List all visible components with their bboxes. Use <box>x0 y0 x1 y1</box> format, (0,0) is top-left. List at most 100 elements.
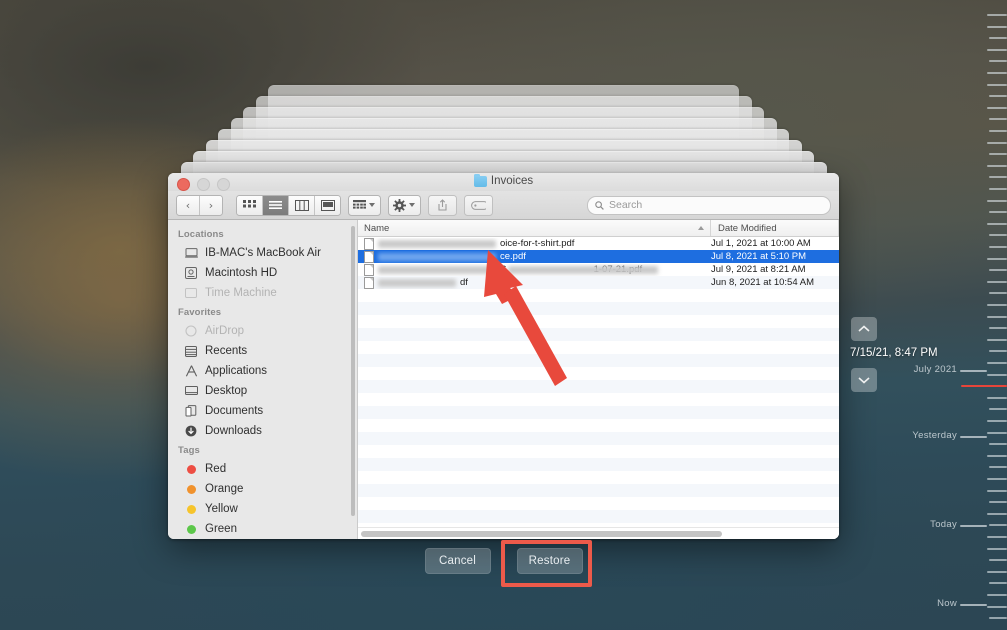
timeline-tick[interactable] <box>987 594 1007 596</box>
share-button[interactable] <box>428 195 457 216</box>
horizontal-scrollbar-thumb[interactable] <box>361 531 722 537</box>
timeline-tick[interactable] <box>987 513 1007 515</box>
timeline-tick[interactable] <box>987 490 1007 492</box>
sidebar-item-yellow[interactable]: Yellow <box>168 499 357 519</box>
horizontal-scrollbar[interactable] <box>358 527 839 539</box>
timeline-tick[interactable] <box>989 246 1007 248</box>
sidebar-item-green[interactable]: Green <box>168 519 357 539</box>
timeline-tick[interactable] <box>987 107 1007 109</box>
timeline-label[interactable]: July 2021 <box>914 364 957 375</box>
timeline-tick[interactable] <box>989 234 1007 236</box>
gallery-view-button[interactable] <box>315 196 340 215</box>
sidebar-item-recents[interactable]: Recents <box>168 341 357 361</box>
timeline-down-button[interactable] <box>851 368 877 392</box>
timeline-tick[interactable] <box>989 443 1007 445</box>
timeline-tick[interactable] <box>989 153 1007 155</box>
forward-button[interactable]: › <box>200 196 222 215</box>
timeline-tick[interactable] <box>989 176 1007 178</box>
action-menu-button[interactable] <box>388 195 421 216</box>
timeline-tick[interactable] <box>989 524 1007 526</box>
timeline-label[interactable]: Now <box>937 598 957 609</box>
timeline-tick[interactable] <box>987 72 1007 74</box>
timeline-tick[interactable] <box>987 49 1007 51</box>
timeline-label[interactable]: Yesterday <box>912 430 957 441</box>
tag-button[interactable] <box>464 195 493 216</box>
sidebar-item-airdrop[interactable]: AirDrop <box>168 321 357 341</box>
timeline-tick[interactable] <box>989 501 1007 503</box>
timeline-tick[interactable] <box>987 478 1007 480</box>
timeline-tick[interactable] <box>989 582 1007 584</box>
timeline-tick[interactable] <box>989 292 1007 294</box>
timeline-tick[interactable] <box>987 339 1007 341</box>
timeline-tick[interactable] <box>987 304 1007 306</box>
timeline-tick[interactable] <box>989 188 1007 190</box>
timeline-tick[interactable] <box>987 223 1007 225</box>
timeline-tick[interactable] <box>989 617 1007 619</box>
empty-row <box>358 367 839 380</box>
timeline-tick[interactable] <box>989 559 1007 561</box>
timeline-tick[interactable] <box>987 374 1007 376</box>
timeline-tick[interactable] <box>987 536 1007 538</box>
list-view-button[interactable] <box>263 196 289 215</box>
timeline-up-button[interactable] <box>851 317 877 341</box>
timeline-tick[interactable] <box>987 281 1007 283</box>
timeline-tick[interactable] <box>989 37 1007 39</box>
timeline-tick[interactable] <box>987 84 1007 86</box>
timeline-tick[interactable] <box>987 455 1007 457</box>
time-machine-timeline[interactable] <box>960 0 1007 630</box>
timeline-tick[interactable] <box>987 14 1007 16</box>
sidebar-item-documents[interactable]: Documents <box>168 401 357 421</box>
timeline-tick[interactable] <box>989 269 1007 271</box>
timeline-tick[interactable] <box>987 165 1007 167</box>
group-by-icon <box>353 200 366 211</box>
timeline-tick[interactable] <box>987 316 1007 318</box>
column-header-name[interactable]: Name <box>358 220 711 236</box>
timeline-tick[interactable] <box>987 548 1007 550</box>
sidebar-scrollbar[interactable] <box>351 226 355 516</box>
timeline-tick-selected[interactable] <box>961 385 1007 387</box>
group-by-button[interactable] <box>348 195 381 216</box>
sidebar-item-red[interactable]: Red <box>168 459 357 479</box>
file-date-cell: Jul 9, 2021 at 8:21 AM <box>704 264 839 275</box>
timeline-tick[interactable] <box>987 420 1007 422</box>
timeline-tick[interactable] <box>989 408 1007 410</box>
table-row[interactable]: dfJun 8, 2021 at 10:54 AM <box>358 276 839 289</box>
timeline-tick[interactable] <box>989 327 1007 329</box>
sidebar-item-orange[interactable]: Orange <box>168 479 357 499</box>
timeline-current-date: 7/15/21, 8:47 PM <box>850 347 938 359</box>
sidebar-item-applications[interactable]: Applications <box>168 361 357 381</box>
timeline-tick[interactable] <box>989 466 1007 468</box>
pdf-file-icon <box>364 251 374 263</box>
timeline-tick[interactable] <box>989 118 1007 120</box>
timeline-tick[interactable] <box>987 142 1007 144</box>
sidebar-item-downloads[interactable]: Downloads <box>168 421 357 441</box>
timeline-tick[interactable] <box>987 606 1007 608</box>
timeline-tick[interactable] <box>989 60 1007 62</box>
sidebar-item-time-machine[interactable]: Time Machine <box>168 283 357 303</box>
column-view-button[interactable] <box>289 196 315 215</box>
sidebar-item-desktop[interactable]: Desktop <box>168 381 357 401</box>
cancel-button[interactable]: Cancel <box>425 548 491 574</box>
timeline-tick[interactable] <box>987 200 1007 202</box>
timeline-tick[interactable] <box>989 130 1007 132</box>
timeline-tick[interactable] <box>987 26 1007 28</box>
timeline-tick[interactable] <box>987 397 1007 399</box>
sidebar-item-macintosh-hd[interactable]: Macintosh HD <box>168 263 357 283</box>
table-row[interactable]: oice-for-t-shirt.pdfJul 1, 2021 at 10:00… <box>358 237 839 250</box>
timeline-label[interactable]: Today <box>930 519 957 530</box>
timeline-tick[interactable] <box>989 95 1007 97</box>
sidebar-item-ib-mac-s-macbook-air[interactable]: IB-MAC's MacBook Air <box>168 243 357 263</box>
table-row[interactable]: ce.pdfJul 8, 2021 at 5:10 PM <box>358 250 839 263</box>
column-header-date[interactable]: Date Modified <box>711 220 839 236</box>
icon-view-button[interactable] <box>237 196 263 215</box>
timeline-tick[interactable] <box>987 571 1007 573</box>
timeline-tick[interactable] <box>987 258 1007 260</box>
timeline-tick[interactable] <box>989 350 1007 352</box>
search-field[interactable]: Search <box>587 196 831 215</box>
timeline-label-leader <box>960 604 987 606</box>
timeline-tick[interactable] <box>989 211 1007 213</box>
timeline-tick[interactable] <box>987 362 1007 364</box>
timeline-tick[interactable] <box>987 432 1007 434</box>
back-button[interactable]: ‹ <box>177 196 200 215</box>
table-row[interactable]: -S 1-07-21.pdfJul 9, 2021 at 8:21 AM <box>358 263 839 276</box>
